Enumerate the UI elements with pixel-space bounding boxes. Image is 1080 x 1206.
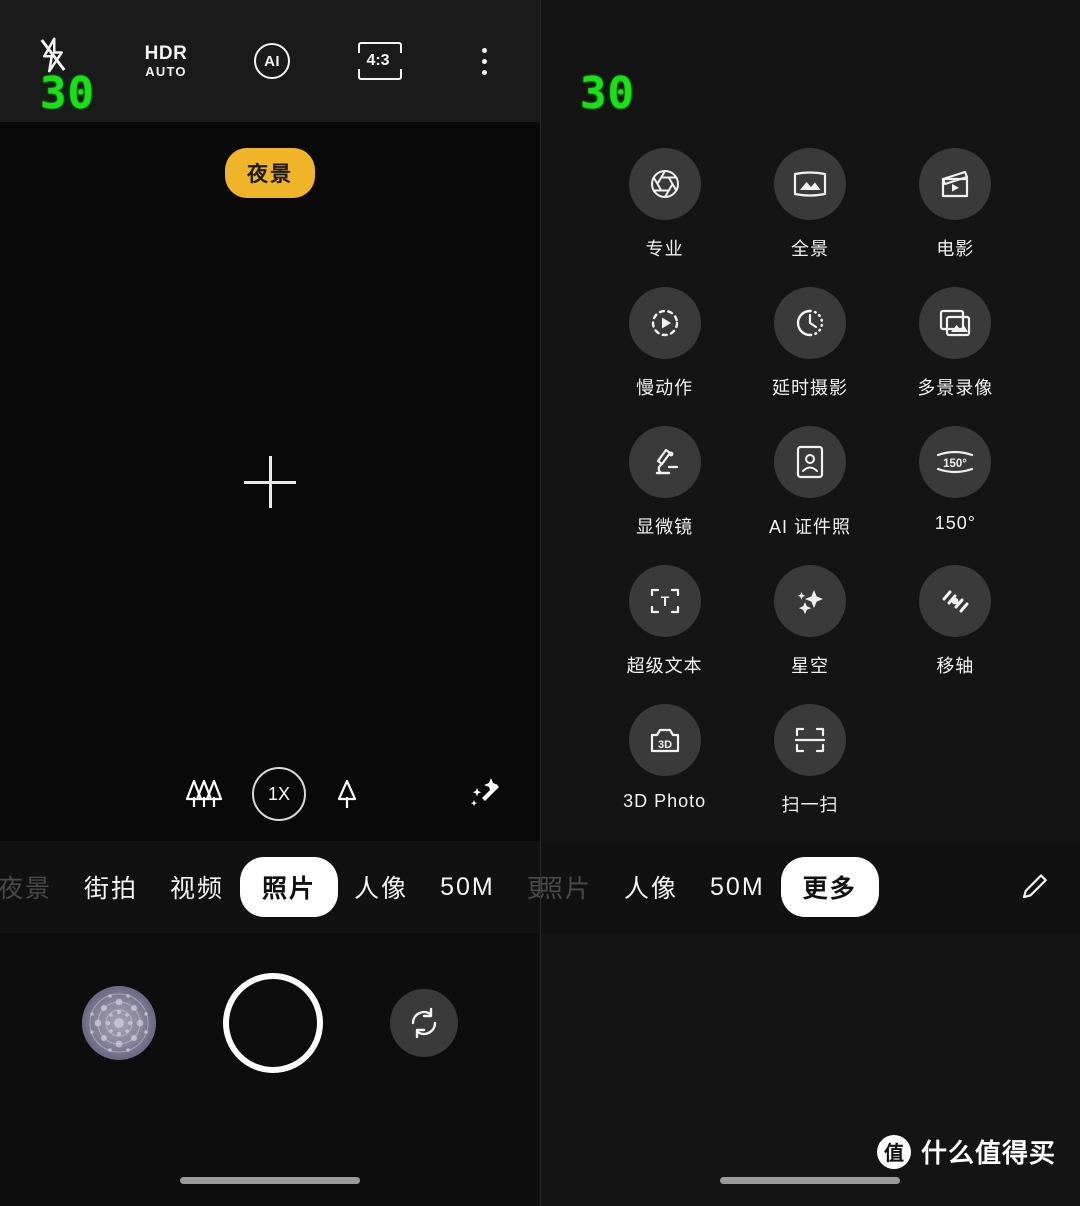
panorama-icon — [773, 148, 846, 220]
mode-cell-3d-photo[interactable]: 3D 3D Photo — [610, 704, 720, 817]
camera-flip-icon — [406, 1005, 442, 1041]
mode-item-50m[interactable]: 50M — [424, 873, 511, 902]
hdr-mode-label: AUTO — [145, 64, 187, 79]
scan-icon — [773, 704, 846, 776]
crosshair-icon — [244, 455, 296, 508]
panel-divider — [540, 0, 541, 1206]
mode-cell-timelapse[interactable]: 延时摄影 — [755, 287, 865, 400]
left-shutter-row — [0, 933, 540, 1113]
mode-cell-label: 3D Photo — [623, 791, 707, 811]
mode-cell-slowmo[interactable]: 慢动作 — [610, 287, 720, 400]
starry-sky-icon — [773, 565, 846, 637]
camera-preview-area[interactable]: 夜景 1X — [0, 122, 540, 841]
gallery-thumbnail[interactable] — [81, 986, 156, 1060]
mode-cell-movie[interactable]: 电影 — [900, 148, 1010, 261]
home-indicator-left[interactable] — [180, 1177, 360, 1184]
zoom-level-button[interactable]: 1X — [252, 767, 306, 821]
wide-angle-150-icon: 150° — [919, 426, 992, 498]
aspect-ratio-label: 4:3 — [366, 52, 390, 69]
single-tree-icon[interactable] — [334, 777, 360, 811]
mode-cell-label: 扫一扫 — [781, 795, 839, 815]
mode-cell-super-text[interactable]: T 超级文本 — [610, 565, 720, 678]
home-indicator-right[interactable] — [720, 1177, 900, 1184]
magic-wand-icon[interactable] — [466, 774, 506, 814]
mode-item-more[interactable]: 更多 — [511, 869, 540, 905]
mode-item-portrait[interactable]: 人像 — [608, 869, 694, 905]
more-settings-button[interactable] — [458, 42, 510, 81]
mode-cell-label: 延时摄影 — [771, 378, 848, 398]
aspect-ratio-button[interactable]: 4:3 — [352, 42, 404, 80]
mode-item-more[interactable]: 更多 — [780, 857, 879, 917]
timelapse-clock-icon — [773, 287, 846, 359]
mode-cell-label: 多景录像 — [917, 378, 994, 398]
hdr-toggle[interactable]: HDR AUTO — [140, 44, 192, 78]
mode-cell-multiscene[interactable]: 多景录像 — [900, 287, 1010, 400]
mode-item-50m[interactable]: 50M — [694, 873, 781, 902]
zoom-control-bar: 1X — [0, 767, 540, 821]
mode-cell-label: 电影 — [936, 239, 975, 259]
svg-text:3D: 3D — [658, 739, 672, 751]
camera-flip-button[interactable] — [390, 989, 459, 1057]
microscope-icon — [628, 426, 701, 498]
ai-icon: AI — [254, 43, 290, 79]
3d-photo-icon: 3D — [628, 704, 701, 776]
mode-cell-label: 全景 — [790, 239, 829, 259]
mode-cell-label: 超级文本 — [626, 656, 703, 676]
mode-item-photo[interactable]: 照片 — [240, 857, 339, 917]
mode-cell-tiltshift[interactable]: 移轴 — [900, 565, 1010, 678]
multi-scene-video-icon — [919, 287, 992, 359]
mode-cell-label: 慢动作 — [636, 378, 694, 398]
mode-cell-label: 专业 — [645, 239, 684, 259]
zoom-level-label: 1X — [267, 783, 291, 804]
more-modes-grid: 专业 全景 电影 慢动作 延时摄影 多景录像 显微镜 AI 证件照 150° 1… — [540, 122, 1080, 817]
mode-cell-label: 移轴 — [936, 656, 975, 676]
ai-label: AI — [264, 52, 280, 70]
mode-cell-scan[interactable]: 扫一扫 — [755, 704, 865, 817]
kebab-menu-icon — [476, 42, 493, 81]
dual-screenshot-stage: HDR AUTO AI 4:3 30 夜景 1X 夜景 街拍 视频 照片 人像 … — [0, 0, 1080, 1206]
pencil-edit-icon — [1018, 870, 1052, 904]
mode-cell-label: 150° — [934, 513, 976, 533]
left-camera-screen: HDR AUTO AI 4:3 30 夜景 1X 夜景 街拍 视频 照片 人像 … — [0, 0, 540, 1206]
svg-text:150°: 150° — [943, 458, 967, 470]
aperture-icon — [628, 148, 701, 220]
mode-item-night[interactable]: 夜景 — [0, 869, 68, 905]
three-trees-icon[interactable] — [184, 777, 224, 811]
mode-item-photo[interactable]: 照片 — [540, 869, 608, 905]
mode-item-portrait[interactable]: 人像 — [338, 869, 424, 905]
mode-cell-pro[interactable]: 专业 — [610, 148, 720, 261]
watermark-logo: 值 — [876, 1134, 911, 1169]
mode-item-video[interactable]: 视频 — [154, 869, 240, 905]
fps-overlay-right: 30 — [580, 68, 635, 119]
left-mode-strip[interactable]: 夜景 街拍 视频 照片 人像 50M 更多 — [0, 841, 540, 933]
edit-modes-button[interactable] — [1018, 870, 1080, 904]
mode-cell-starry[interactable]: 星空 — [755, 565, 865, 678]
clapperboard-icon — [919, 148, 992, 220]
shutter-button[interactable] — [222, 973, 323, 1073]
right-camera-more-screen: 专业 全景 电影 慢动作 延时摄影 多景录像 显微镜 AI 证件照 150° 1… — [540, 0, 1080, 1206]
id-photo-icon — [773, 426, 846, 498]
site-watermark: 值 什么值得买 — [876, 1133, 1056, 1170]
watermark-text: 什么值得买 — [920, 1138, 1056, 1168]
mode-cell-microscope[interactable]: 显微镜 — [610, 426, 720, 539]
slow-motion-icon — [628, 287, 701, 359]
scene-badge-night[interactable]: 夜景 — [225, 148, 315, 198]
mode-cell-panorama[interactable]: 全景 — [755, 148, 865, 261]
tilt-shift-icon — [919, 565, 992, 637]
mode-cell-id-photo[interactable]: AI 证件照 — [755, 426, 865, 539]
mode-cell-label: 显微镜 — [636, 517, 694, 537]
mode-cell-label: 星空 — [790, 656, 829, 676]
svg-text:T: T — [660, 593, 669, 609]
mode-cell-150deg[interactable]: 150° 150° — [900, 426, 1010, 539]
hdr-label: HDR — [144, 43, 188, 64]
mode-cell-label: AI 证件照 — [768, 517, 851, 537]
right-mode-strip[interactable]: 照片 人像 50M 更多 — [540, 841, 1080, 933]
fps-overlay-left: 30 — [40, 68, 95, 119]
mode-item-street[interactable]: 街拍 — [68, 869, 154, 905]
aspect-ratio-icon: 4:3 — [358, 42, 402, 80]
ai-scene-toggle[interactable]: AI — [246, 43, 298, 79]
super-text-icon: T — [628, 565, 701, 637]
